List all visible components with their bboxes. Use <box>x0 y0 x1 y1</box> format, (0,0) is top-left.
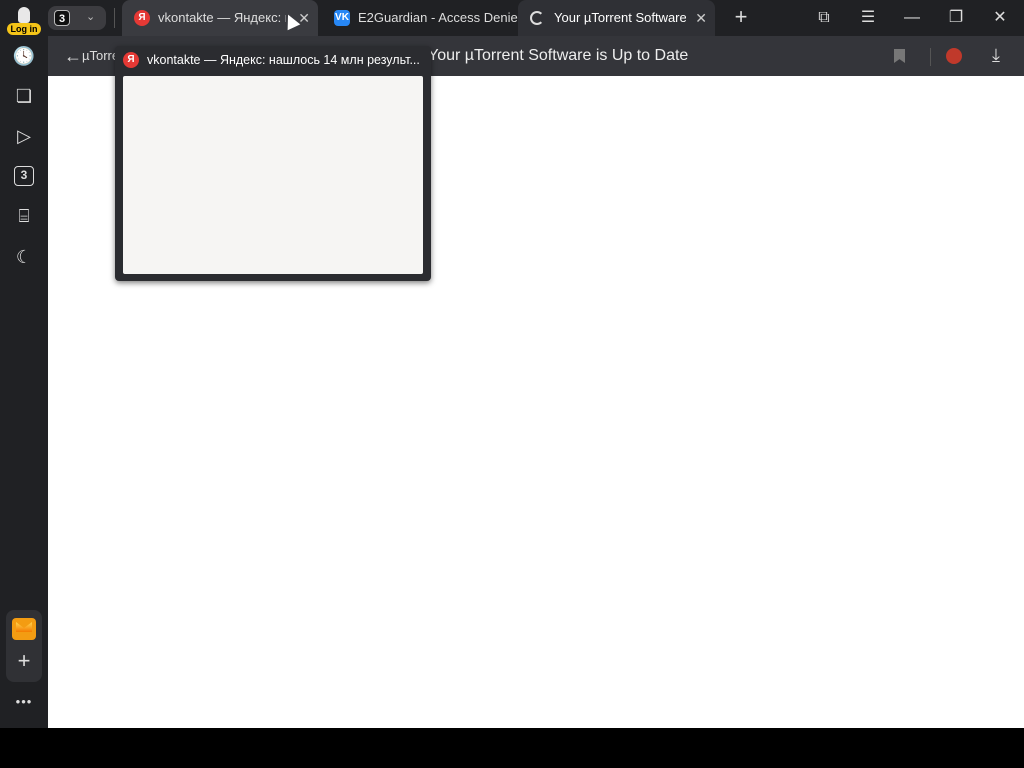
tab-title: vkontakte — Яндекс: на <box>158 10 286 25</box>
collections-icon[interactable]: ❏ <box>12 84 36 108</box>
preview-title: vkontakte — Яндекс: нашлось 14 млн резул… <box>147 53 420 67</box>
close-window-icon[interactable]: ✕ <box>980 0 1020 36</box>
mail-icon[interactable] <box>12 618 36 640</box>
preview-thumbnail <box>123 76 423 274</box>
page-title[interactable]: Your µTorrent Software is Up to Date <box>428 46 688 66</box>
divider <box>930 48 931 66</box>
more-icon[interactable]: ••• <box>12 694 36 709</box>
tab-strip: 3 ⌄ Я vkontakte — Яндекс: на ✕ VK E2Guar… <box>48 0 1024 36</box>
tab-count-button[interactable]: 3 ⌄ <box>48 6 106 30</box>
history-icon[interactable]: 🕓 <box>12 44 36 68</box>
vk-favicon-icon: VK <box>334 10 350 26</box>
menu-icon[interactable]: ☰ <box>848 0 888 36</box>
restore-icon[interactable]: ❐ <box>936 0 976 36</box>
night-mode-icon[interactable]: ☾ <box>12 245 36 269</box>
collections-icon[interactable]: ⧉ <box>804 0 844 36</box>
screenshot-icon[interactable]: ⌸ <box>12 204 36 228</box>
add-app-icon[interactable]: + <box>12 650 36 674</box>
tab-title: E2Guardian - Access Denied <box>358 10 518 25</box>
tab-e2guardian[interactable]: VK E2Guardian - Access Denied <box>322 0 518 36</box>
close-tab-icon[interactable]: ✕ <box>695 0 707 36</box>
minimize-icon[interactable]: — <box>892 0 932 36</box>
site-label[interactable]: µTorre <box>82 48 119 63</box>
browser-window: Log in 🕓 ❏ ▷ 3 ⌸ ☾ + ••• 3 ⌄ Я vkontakte… <box>0 0 1024 728</box>
tab-count: 3 <box>54 10 70 26</box>
video-icon[interactable]: ▷ <box>12 124 36 148</box>
download-icon[interactable]: ⤓ <box>992 45 1000 66</box>
login-label: Log in <box>7 23 41 35</box>
back-icon[interactable]: ← <box>64 46 82 66</box>
yandex-favicon-icon: Я <box>134 10 150 26</box>
close-tab-icon[interactable]: ✕ <box>298 0 310 36</box>
sidebar-apps: + <box>6 610 42 682</box>
user-icon <box>18 7 30 23</box>
chevron-down-icon: ⌄ <box>86 11 96 23</box>
sidebar-badge[interactable]: 3 <box>14 166 34 186</box>
tab-utorrent[interactable]: Your µTorrent Software ✕ <box>518 0 715 36</box>
bookmark-icon[interactable] <box>894 49 905 63</box>
loading-spinner-icon <box>530 11 544 25</box>
divider <box>114 8 115 28</box>
yandex-favicon-icon: Я <box>123 52 139 68</box>
new-tab-button[interactable]: + <box>728 6 754 30</box>
sidebar: Log in 🕓 ❏ ▷ 3 ⌸ ☾ + ••• <box>0 0 48 728</box>
extension-icon[interactable] <box>946 48 962 64</box>
tab-preview-popup: Я vkontakte — Яндекс: нашлось 14 млн рез… <box>115 46 431 281</box>
tab-title: Your µTorrent Software <box>554 10 686 25</box>
profile-button[interactable]: Log in <box>6 4 42 35</box>
